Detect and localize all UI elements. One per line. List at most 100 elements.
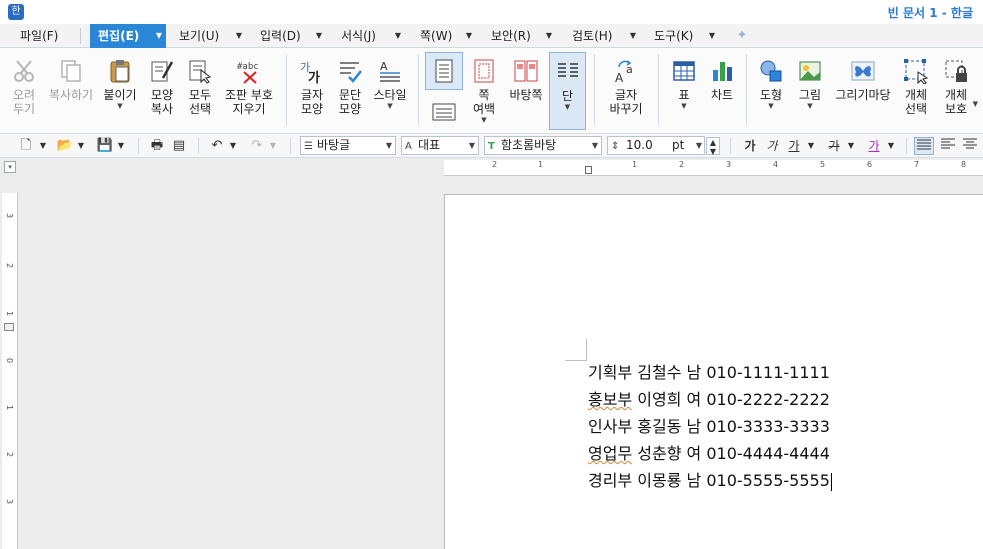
picture-button[interactable]: 그림 ▼ — [792, 52, 828, 130]
copy-icon — [61, 60, 81, 82]
font-color-button[interactable]: 가 — [864, 137, 884, 155]
menu-page[interactable]: 쪽(W) — [416, 24, 456, 48]
undo-dropdown-icon[interactable]: ▼ — [228, 137, 238, 155]
open-folder-icon[interactable]: 📂 — [56, 137, 74, 155]
print-icon[interactable]: 🖶 — [148, 137, 166, 155]
menu-review-dropdown-icon[interactable]: ▼ — [627, 24, 639, 48]
center-align-button[interactable] — [960, 137, 980, 155]
print-preview-icon[interactable]: ▤ — [170, 137, 188, 155]
vertical-ruler[interactable]: 3 2 1 0 1 2 3 — [2, 193, 18, 549]
menu-tools[interactable]: 도구(K) — [650, 24, 697, 48]
save-icon[interactable]: 💾 — [96, 137, 114, 155]
landscape-page-button[interactable] — [428, 96, 460, 126]
font-combo[interactable]: T 함초롬바탕 ▼ — [484, 136, 602, 155]
italic-button[interactable]: 가 — [762, 137, 782, 155]
scissors-icon — [14, 60, 34, 82]
menu-page-dropdown-icon[interactable]: ▼ — [463, 24, 475, 48]
horizontal-ruler[interactable]: 2 1 1 2 3 4 5 6 7 8 — [444, 160, 983, 176]
menu-file[interactable]: 파일(F) — [16, 24, 62, 48]
hwp-app-icon[interactable]: 한 — [8, 4, 24, 20]
new-document-icon[interactable]: 🗋 — [18, 137, 34, 155]
vertical-margin-marker[interactable] — [4, 323, 14, 331]
line-name: 홍길동 — [637, 417, 682, 436]
menu-format-dropdown-icon[interactable]: ▼ — [392, 24, 404, 48]
svg-text:가: 가 — [308, 71, 320, 84]
document-page[interactable]: 기획부 김철수 남 010-1111-1111 홍보부 이영희 여 010-222… — [444, 194, 983, 549]
menu-security[interactable]: 보안(R) — [487, 24, 535, 48]
chevron-down-icon: ▼ — [591, 141, 598, 150]
document-line[interactable]: 경리부 이몽룡 남 010-5555-5555 — [588, 467, 832, 494]
cut-button[interactable]: 오려 두기 — [6, 52, 42, 130]
font-type-icon: T — [488, 141, 495, 152]
menu-review[interactable]: 검토(H) — [568, 24, 616, 48]
menu-insert[interactable]: 입력(D) — [256, 24, 305, 48]
font-size-combo[interactable]: ⇕ 10.0 pt ▼ — [607, 136, 705, 155]
open-dropdown-icon[interactable]: ▼ — [76, 137, 86, 155]
page-layout-button[interactable] — [425, 52, 463, 90]
style-button[interactable]: A 스타일 ▼ — [370, 52, 410, 130]
line-gender: 여 — [686, 390, 702, 409]
menu-view-dropdown-icon[interactable]: ▼ — [233, 24, 245, 48]
page-margin-button[interactable]: 쪽 여백 ▼ — [466, 52, 502, 130]
master-page-button[interactable]: 바탕쪽 — [505, 52, 547, 130]
line-name: 성춘향 — [637, 444, 682, 463]
underline-button[interactable]: 가 — [784, 137, 804, 155]
paste-button[interactable]: 붙이기 ▼ — [100, 52, 140, 130]
svg-text:#abc: #abc — [237, 62, 259, 72]
document-work-area[interactable]: ▾ 2 1 1 2 3 4 5 6 7 8 3 2 1 0 1 2 3 기획부 … — [0, 158, 983, 549]
font-color-dropdown-icon[interactable]: ▼ — [886, 137, 896, 155]
undo-icon[interactable]: ↶ — [208, 137, 226, 155]
select-all-button[interactable]: 모두 선택 — [182, 52, 218, 130]
object-select-button[interactable]: 개체 선택 — [898, 52, 934, 130]
menu-insert-dropdown-icon[interactable]: ▼ — [313, 24, 325, 48]
document-body[interactable]: 기획부 김철수 남 010-1111-1111 홍보부 이영희 여 010-222… — [588, 359, 832, 494]
new-dropdown-icon[interactable]: ▼ — [38, 137, 48, 155]
menu-edit-dropdown-icon[interactable]: ▼ — [152, 24, 166, 48]
redo-dropdown-icon[interactable]: ▼ — [268, 137, 278, 155]
remove-codes-button[interactable]: #abc 조판 부호 지우기 — [220, 52, 278, 130]
find-replace-button[interactable]: Aa 글자 바꾸기 — [602, 52, 650, 130]
menu-edit[interactable]: 편집(E) — [90, 24, 152, 48]
bold-button[interactable]: 가 — [740, 137, 760, 155]
indent-marker[interactable] — [585, 166, 592, 174]
char-shape-button[interactable]: 가가 글자 모양 — [294, 52, 330, 130]
paragraph-style-combo[interactable]: ☰ 바탕글 ▼ — [300, 136, 396, 155]
object-protect-button[interactable]: 개체 보호 ▼ — [936, 52, 978, 130]
drawing-gallery-button[interactable]: 그리기마당 — [832, 52, 894, 130]
redo-icon[interactable]: ↷ — [248, 137, 266, 155]
document-line[interactable]: 기획부 김철수 남 010-1111-1111 — [588, 359, 832, 386]
shape-button[interactable]: 도형 ▼ — [752, 52, 790, 130]
document-line[interactable]: 홍보부 이영희 여 010-2222-2222 — [588, 386, 832, 413]
line-gender: 남 — [686, 471, 702, 490]
menu-tools-dropdown-icon[interactable]: ▼ — [706, 24, 718, 48]
line-phone: 010-1111-1111 — [706, 363, 830, 382]
menu-view[interactable]: 보기(U) — [175, 24, 223, 48]
document-line[interactable]: 인사부 홍길동 남 010-3333-3333 — [588, 413, 832, 440]
underline-dropdown-icon[interactable]: ▼ — [806, 137, 816, 155]
chart-button[interactable]: 차트 — [704, 52, 740, 130]
ribbon-separator — [658, 54, 659, 126]
menu-separator — [80, 28, 81, 44]
document-line[interactable]: 영업무 성춘향 여 010-4444-4444 — [588, 440, 832, 467]
columns-button[interactable]: 단 ▼ — [549, 52, 586, 130]
page-icon — [435, 59, 453, 83]
columns-icon — [557, 63, 578, 77]
format-copy-button[interactable]: 모양 복사 — [144, 52, 180, 130]
table-button[interactable]: 표 ▼ — [666, 52, 702, 130]
strike-dropdown-icon[interactable]: ▼ — [846, 137, 856, 155]
justify-align-button[interactable] — [914, 137, 934, 155]
format-toolbar: 🗋 ▼ 📂 ▼ 💾 ▼ 🖶 ▤ ↶ ▼ ↷ ▼ ☰ 바탕글 ▼ A 대표 ▼ T… — [0, 134, 983, 158]
para-shape-button[interactable]: 문단 모양 — [332, 52, 368, 130]
line-dept: 홍보부 — [588, 390, 633, 409]
menu-format[interactable]: 서식(J) — [337, 24, 380, 48]
left-align-button[interactable] — [938, 137, 958, 155]
ruler-corner-button[interactable]: ▾ — [4, 161, 16, 173]
font-size-spinner[interactable]: ▲ ▼ — [706, 137, 720, 156]
menu-security-dropdown-icon[interactable]: ▼ — [543, 24, 555, 48]
language-combo[interactable]: A 대표 ▼ — [401, 136, 479, 155]
copy-button[interactable]: 복사하기 — [44, 52, 98, 130]
strikethrough-button[interactable]: 가 — [824, 137, 844, 155]
ribbon-toggle-icon[interactable]: ✦ — [734, 28, 750, 44]
save-dropdown-icon[interactable]: ▼ — [116, 137, 126, 155]
format-painter-icon — [151, 61, 174, 82]
